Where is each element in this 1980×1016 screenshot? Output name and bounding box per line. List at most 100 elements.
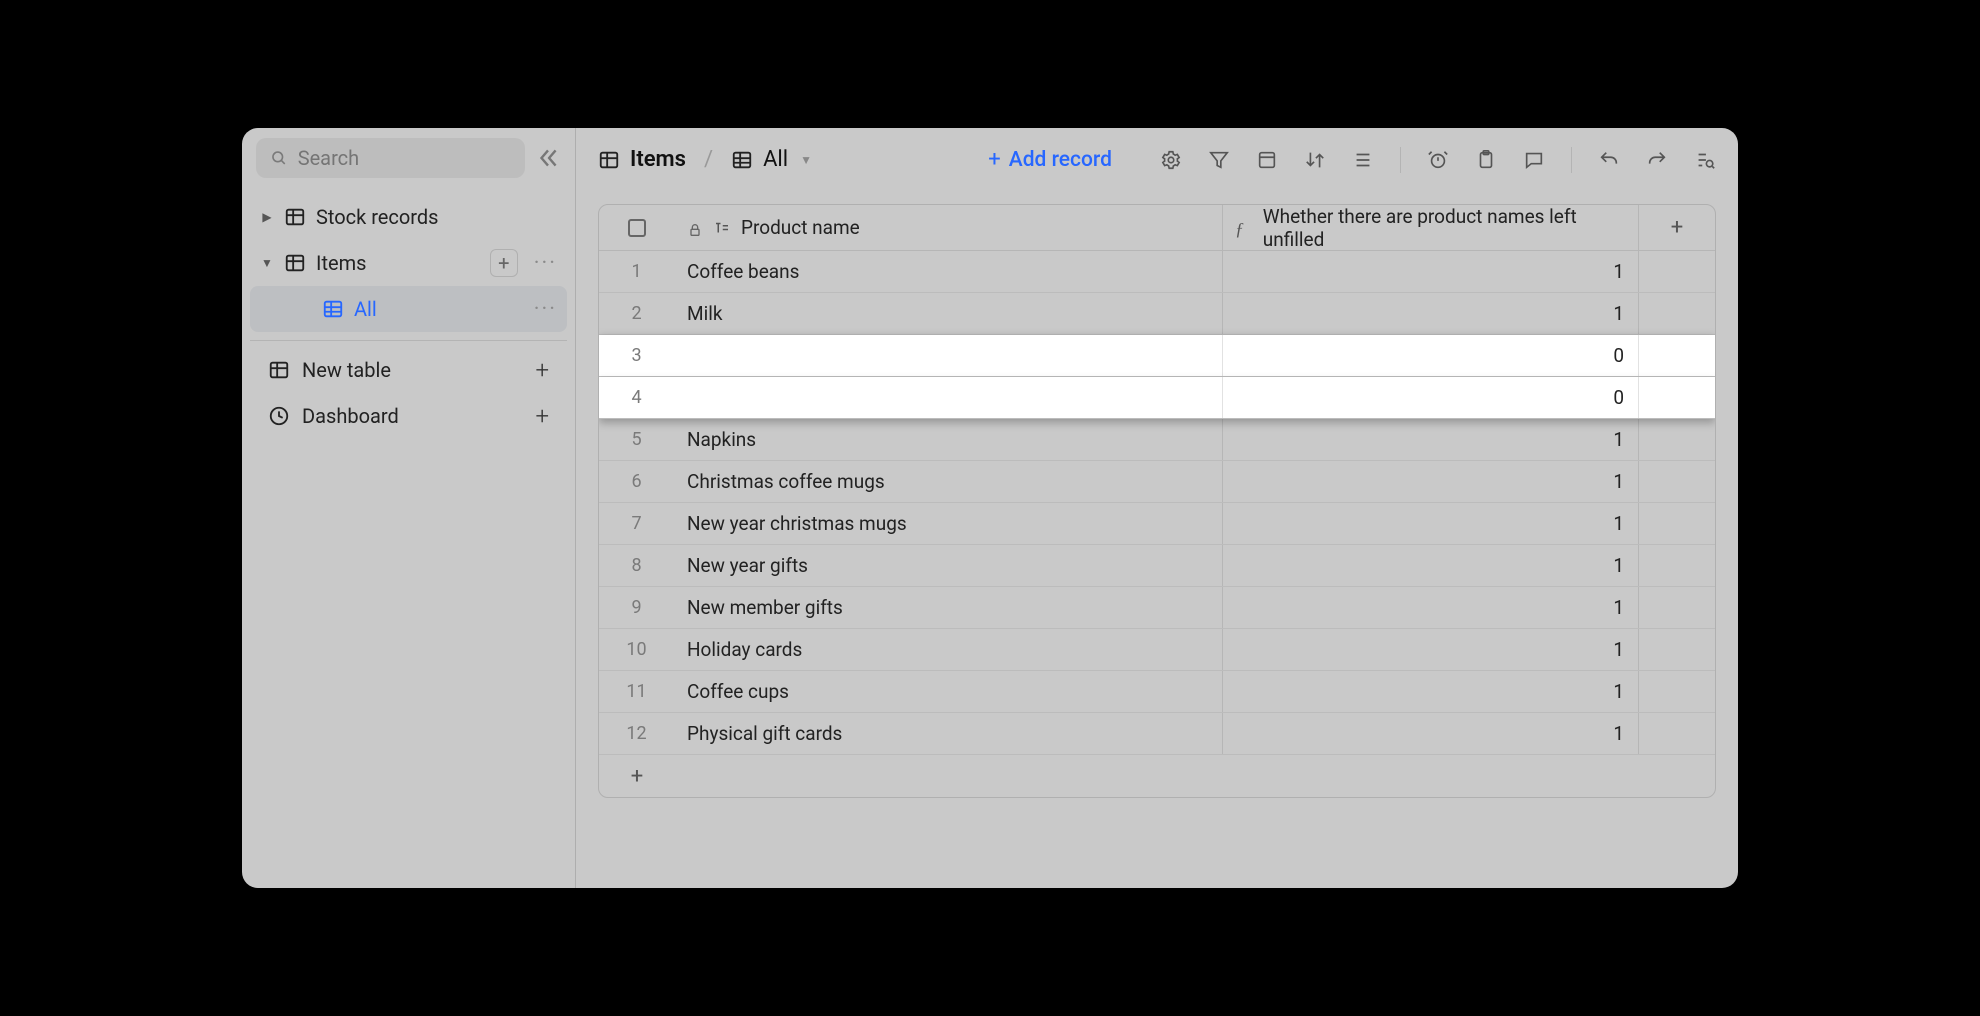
divider: [250, 340, 567, 341]
cell-pad: [1639, 419, 1715, 460]
cell-pad: [1639, 503, 1715, 544]
table-row[interactable]: 30: [599, 335, 1715, 377]
collapse-sidebar-button[interactable]: [535, 145, 561, 171]
cell-unfilled-flag[interactable]: 0: [1223, 335, 1639, 376]
plus-icon: +: [535, 402, 549, 430]
main-area: Items / All ▼ + Add record: [576, 128, 1738, 888]
table-row[interactable]: 1Coffee beans1: [599, 251, 1715, 293]
cell-product-name[interactable]: Physical gift cards: [675, 713, 1223, 754]
table-row[interactable]: 5Napkins1: [599, 419, 1715, 461]
sidebar-item-stock-records[interactable]: ▶ Stock records: [250, 194, 567, 240]
search-input[interactable]: [298, 146, 511, 170]
cell-unfilled-flag[interactable]: 1: [1223, 503, 1639, 544]
cell-unfilled-flag[interactable]: 1: [1223, 293, 1639, 334]
new-table-button[interactable]: New table +: [250, 347, 567, 393]
table-row[interactable]: 11Coffee cups1: [599, 671, 1715, 713]
search-box[interactable]: [256, 138, 525, 178]
table-row[interactable]: 10Holiday cards1: [599, 629, 1715, 671]
more-icon[interactable]: ···: [534, 297, 557, 322]
table-row[interactable]: 12Physical gift cards1: [599, 713, 1715, 755]
more-icon[interactable]: ···: [534, 251, 557, 276]
grid-wrap: Product name ƒ Whether there are product…: [576, 192, 1738, 810]
add-record-button[interactable]: + Add record: [988, 147, 1112, 172]
cell-product-name[interactable]: [675, 377, 1223, 418]
filter-icon[interactable]: [1208, 149, 1230, 171]
cell-pad: [1639, 293, 1715, 334]
table-row[interactable]: 6Christmas coffee mugs1: [599, 461, 1715, 503]
cell-unfilled-flag[interactable]: 1: [1223, 671, 1639, 712]
row-number: 8: [599, 545, 675, 586]
sidebar: ▶ Stock records ▼ Items + ··· All: [242, 128, 576, 888]
cell-unfilled-flag[interactable]: 1: [1223, 713, 1639, 754]
sidebar-tree: ▶ Stock records ▼ Items + ··· All: [242, 190, 575, 449]
row-number: 5: [599, 419, 675, 460]
breadcrumb-table[interactable]: Items: [598, 147, 686, 172]
add-column-button[interactable]: +: [1639, 205, 1715, 250]
sidebar-item-items[interactable]: ▼ Items + ···: [250, 240, 567, 286]
cell-unfilled-flag[interactable]: 1: [1223, 419, 1639, 460]
table-row[interactable]: 8New year gifts1: [599, 545, 1715, 587]
alarm-icon[interactable]: [1427, 149, 1449, 171]
row-number: 1: [599, 251, 675, 292]
select-all-checkbox[interactable]: [599, 205, 675, 250]
cell-pad: [1639, 629, 1715, 670]
clipboard-icon[interactable]: [1475, 149, 1497, 171]
sidebar-view-all[interactable]: All ···: [250, 286, 567, 332]
row-number: 11: [599, 671, 675, 712]
dashboard-label: Dashboard: [302, 404, 399, 428]
cell-product-name[interactable]: Milk: [675, 293, 1223, 334]
cell-unfilled-flag[interactable]: 1: [1223, 545, 1639, 586]
cell-pad: [1639, 545, 1715, 586]
formula-icon: ƒ: [1235, 219, 1253, 237]
grid-view-icon: [322, 298, 344, 320]
cell-product-name[interactable]: Coffee cups: [675, 671, 1223, 712]
breadcrumb-view[interactable]: All ▼: [731, 147, 812, 172]
grid-view-icon: [731, 149, 753, 171]
column-header-product-name[interactable]: Product name: [675, 205, 1223, 250]
cell-unfilled-flag[interactable]: 1: [1223, 629, 1639, 670]
cell-product-name[interactable]: [675, 335, 1223, 376]
cell-pad: [1639, 671, 1715, 712]
cell-unfilled-flag[interactable]: 1: [1223, 587, 1639, 628]
table-row[interactable]: 40: [599, 377, 1715, 419]
panel-icon[interactable]: [1256, 149, 1278, 171]
find-record-icon[interactable]: [1694, 149, 1716, 171]
table-icon: [598, 149, 620, 171]
cell-product-name[interactable]: New year gifts: [675, 545, 1223, 586]
table-row[interactable]: 9New member gifts1: [599, 587, 1715, 629]
sort-icon[interactable]: [1304, 149, 1326, 171]
sidebar-item-label: Stock records: [316, 205, 438, 229]
row-number: 12: [599, 713, 675, 754]
row-number: 3: [599, 335, 675, 376]
cell-unfilled-flag[interactable]: 0: [1223, 377, 1639, 418]
cell-product-name[interactable]: Holiday cards: [675, 629, 1223, 670]
cell-unfilled-flag[interactable]: 1: [1223, 251, 1639, 292]
clock-icon: [268, 405, 290, 427]
redo-icon[interactable]: [1646, 149, 1668, 171]
row-number: 7: [599, 503, 675, 544]
row-number: 4: [599, 377, 675, 418]
grid-header: Product name ƒ Whether there are product…: [599, 205, 1715, 251]
gear-icon[interactable]: [1160, 149, 1182, 171]
grid-body: 1Coffee beans12Milk130405Napkins16Christ…: [599, 251, 1715, 755]
table-row[interactable]: 7New year christmas mugs1: [599, 503, 1715, 545]
cell-product-name[interactable]: New member gifts: [675, 587, 1223, 628]
row-height-icon[interactable]: [1352, 149, 1374, 171]
text-field-icon: [713, 219, 731, 237]
table-icon: [284, 252, 306, 274]
cell-product-name[interactable]: New year christmas mugs: [675, 503, 1223, 544]
undo-icon[interactable]: [1598, 149, 1620, 171]
column-header-unfilled[interactable]: ƒ Whether there are product names left u…: [1223, 205, 1639, 250]
cell-unfilled-flag[interactable]: 1: [1223, 461, 1639, 502]
add-row-button[interactable]: +: [599, 764, 675, 789]
row-number: 10: [599, 629, 675, 670]
cell-product-name[interactable]: Coffee beans: [675, 251, 1223, 292]
cell-product-name[interactable]: Napkins: [675, 419, 1223, 460]
comment-icon[interactable]: [1523, 149, 1545, 171]
topbar: Items / All ▼ + Add record: [576, 128, 1738, 192]
caret-down-icon: ▼: [260, 256, 274, 270]
cell-product-name[interactable]: Christmas coffee mugs: [675, 461, 1223, 502]
dashboard-button[interactable]: Dashboard +: [250, 393, 567, 439]
table-row[interactable]: 2Milk1: [599, 293, 1715, 335]
add-view-button[interactable]: +: [490, 249, 518, 277]
